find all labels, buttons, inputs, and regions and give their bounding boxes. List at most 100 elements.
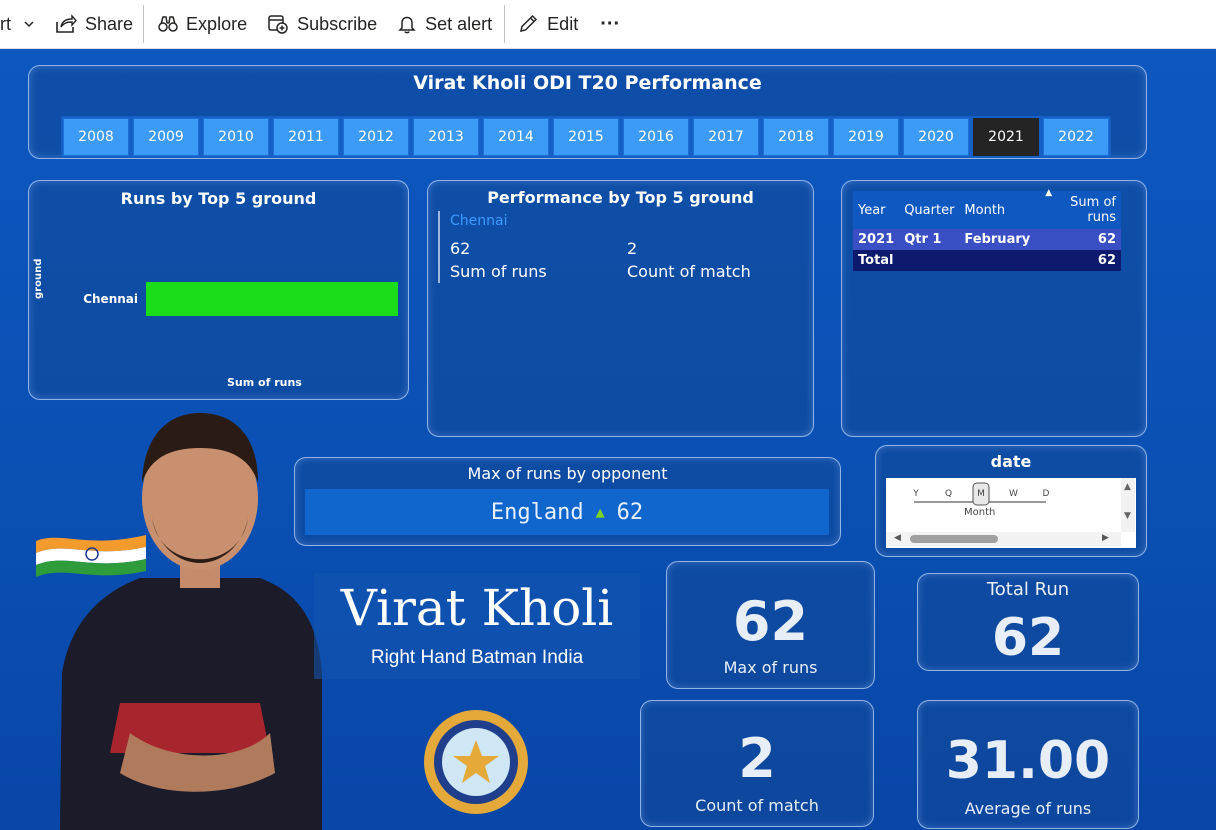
export-label: rt [0,13,11,34]
header-card: Virat Kholi ODI T20 Performance 2008 2009… [28,65,1147,159]
bar-category-label: Chennai [83,292,138,306]
ground-name: Chennai [450,213,508,229]
count-label: Count of match [627,262,751,281]
count-match-card: 2 Count of match [640,700,874,827]
scroll-right-icon[interactable]: ▶ [1102,533,1109,543]
profile-panel: Virat Kholi Right Hand Batman India [314,573,640,679]
matrix-total-value: 62 [1097,253,1116,268]
bcci-logo [420,706,532,818]
runs-label: Sum of runs [450,262,547,281]
subscribe-icon [268,15,288,34]
year-button-2020[interactable]: 2020 [903,118,969,156]
player-subtitle: Right Hand Batman India [370,647,584,668]
year-button-2014[interactable]: 2014 [483,118,549,156]
year-button-2018[interactable]: 2018 [763,118,829,156]
level-label-Q[interactable]: Q [945,489,952,499]
sort-ascending-icon: ▲ [1045,188,1053,198]
max-runs-card: 62 Max of runs [666,561,875,689]
multi-row-card-divider [438,211,440,283]
date-slicer-title: date [990,452,1032,471]
year-button-2017[interactable]: 2017 [693,118,759,156]
matrix-cell-quarter[interactable]: Qtr 1 [899,229,959,250]
report-canvas: Virat Kholi ODI T20 Performance 2008 2009… [0,49,1216,830]
report-toolbar: rt Share Explore Subscribe Set alert Edi… [0,0,1216,49]
horizontal-scrollbar[interactable]: ◀ ▶ [886,532,1121,546]
year-button-2019[interactable]: 2019 [833,118,899,156]
pencil-icon [520,14,538,32]
date-slicer-body: Y Q M W D Month ▲ ▼ ◀ ▶ [886,478,1136,548]
scroll-thumb[interactable] [910,535,998,543]
matrix-header-sum-runs[interactable]: ▲ Sum of runs [1035,188,1121,229]
matrix-total-label: Total [858,253,894,268]
count-value: 2 [627,239,638,258]
total-run-title: Total Run [986,579,1070,600]
player-photo [60,403,322,830]
count-match-label: Count of match [695,796,819,815]
average-runs-card: 31.00 Average of runs [917,700,1139,829]
scroll-up-icon[interactable]: ▲ [1124,482,1131,492]
year-button-2010[interactable]: 2010 [203,118,269,156]
year-button-2011[interactable]: 2011 [273,118,339,156]
year-button-2022[interactable]: 2022 [1043,118,1109,156]
matrix-total-empty [899,250,959,271]
bar[interactable] [146,282,398,316]
explore-label: Explore [186,13,248,34]
opponent-name: England [490,499,584,525]
max-by-opponent-card: Max of runs by opponent England ▲ 62 [294,457,841,546]
date-slicer-card: date Y Q M W D Month ▲ ▼ ◀ ▶ [875,445,1147,557]
vertical-scrollbar[interactable]: ▲ ▼ [1121,478,1135,532]
matrix-cell-year[interactable]: 2021 [853,229,899,250]
matrix-header-month[interactable]: Month [959,191,1035,229]
performance-by-ground-title: Performance by Top 5 ground [487,188,754,207]
runs-by-ground-card: Runs by Top 5 ground ground Chennai62 Su… [28,180,409,400]
level-label-M[interactable]: M [977,489,985,499]
year-slicer: 2008 2009 2010 2011 2012 2013 2014 2015 2016 2017… [61,116,1111,158]
year-button-2009[interactable]: 2009 [133,118,199,156]
runs-by-ground-xlabel: Sum of runs [227,376,302,389]
runs-by-ground-title: Runs by Top 5 ground [120,189,317,208]
more-icon: ··· [600,12,621,35]
share-label: Share [85,13,134,34]
bell-icon [398,16,416,34]
player-name: Virat Kholi [340,579,614,637]
matrix-header-year[interactable]: Year [853,191,899,229]
level-label-D[interactable]: D [1043,489,1050,499]
export-menu[interactable]: rt [0,0,35,49]
max-by-opponent-title: Max of runs by opponent [467,464,668,483]
more-options-button[interactable]: ··· [600,0,620,49]
up-arrow-icon: ▲ [595,503,605,521]
average-runs-value: 31.00 [945,731,1111,791]
edit-button[interactable]: Edit [517,0,578,49]
matrix-cell-month[interactable]: February [959,229,1035,250]
subscribe-button[interactable]: Subscribe [267,0,377,49]
year-button-2015[interactable]: 2015 [553,118,619,156]
report-title: Virat Kholi ODI T20 Performance [413,72,762,94]
matrix-header-sum-label: Sum of runs [1070,195,1116,225]
chevron-down-icon [24,21,34,28]
set-alert-label: Set alert [425,13,493,34]
max-by-opponent-row: England ▲ 62 [305,489,829,535]
year-button-2021[interactable]: 2021 [973,118,1039,156]
year-button-2016[interactable]: 2016 [623,118,689,156]
scroll-left-icon[interactable]: ◀ [894,533,901,543]
share-button[interactable]: Share [55,0,133,49]
count-match-value: 2 [738,727,776,790]
explore-button[interactable]: Explore [158,0,247,49]
year-button-2008[interactable]: 2008 [63,118,129,156]
subscribe-label: Subscribe [297,13,378,34]
runs-value: 62 [450,239,471,258]
matrix-card: Year Quarter Month ▲ Sum of runs 2021 Qt… [841,180,1147,437]
matrix-header-quarter[interactable]: Quarter [899,191,959,229]
edit-label: Edit [547,13,579,34]
level-label-Y[interactable]: Y [912,489,919,499]
binoculars-icon [158,16,178,32]
matrix-cell-runs[interactable]: 62 [1035,229,1121,250]
opponent-value: 62 [616,499,644,525]
year-button-2013[interactable]: 2013 [413,118,479,156]
level-label-W[interactable]: W [1009,489,1018,499]
scroll-down-icon[interactable]: ▼ [1124,511,1131,521]
max-runs-value: 62 [732,590,809,653]
year-button-2012[interactable]: 2012 [343,118,409,156]
set-alert-button[interactable]: Set alert [397,0,492,49]
date-level-picker[interactable]: YQMWD [886,478,1122,530]
